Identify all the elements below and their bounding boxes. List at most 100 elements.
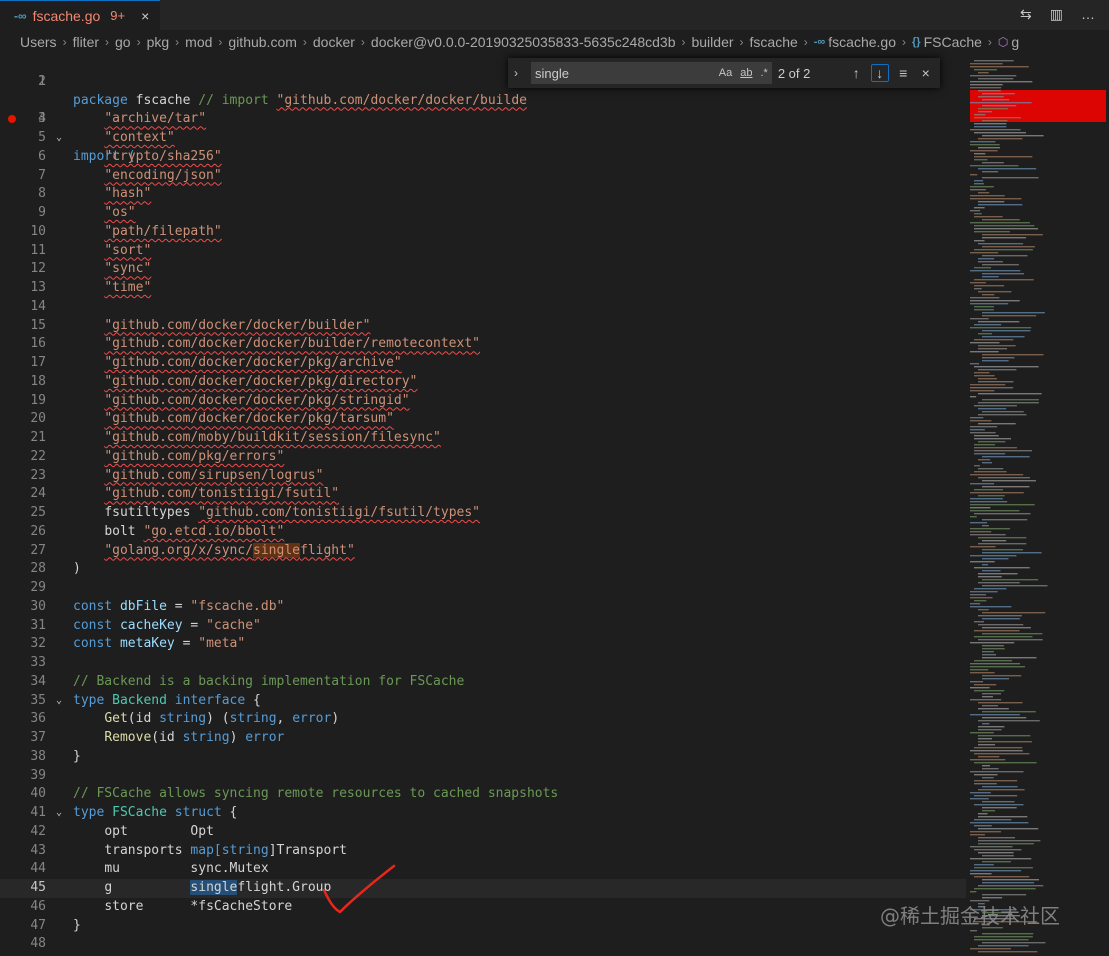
line-number: 44 <box>30 861 46 877</box>
breadcrumb-item[interactable]: fscache <box>750 34 798 50</box>
minimap-line <box>970 150 998 152</box>
minimap-line <box>978 258 995 260</box>
minimap-line <box>982 657 1037 659</box>
minimap-line <box>970 672 995 674</box>
minimap-line <box>970 87 1002 89</box>
line-number: 35 <box>30 692 46 708</box>
toggle-replace-chevron-icon[interactable]: › <box>514 66 525 80</box>
minimap-line <box>970 195 1005 197</box>
minimap-line <box>982 705 999 707</box>
fold-chevron-icon[interactable]: ⌄ <box>56 692 62 711</box>
code-line: 41 ⌄ type FSCache struct { <box>0 804 966 823</box>
breadcrumb-item[interactable]: fscache.go <box>828 34 896 50</box>
minimap-line <box>974 117 1021 119</box>
code-editor[interactable]: 1 package fscache // import "github.com/… <box>0 54 966 956</box>
import-path: "context" <box>104 130 175 145</box>
previous-match-icon[interactable]: ↑ <box>848 65 865 81</box>
minimap-line <box>978 639 1043 641</box>
split-editor-icon[interactable]: ▥ <box>1050 6 1063 23</box>
breadcrumb-item[interactable]: docker@v0.0.0-20190325035833-5635c248cd3… <box>371 34 676 50</box>
code-line: 32 const metaKey = "meta" <box>0 635 966 654</box>
const-name: metaKey <box>119 636 175 652</box>
code-line: 13 "time" <box>0 279 966 298</box>
line-number: 31 <box>30 617 46 633</box>
minimap-line <box>978 90 1001 92</box>
minimap[interactable] <box>966 54 1109 956</box>
minimap-line <box>982 810 996 812</box>
breadcrumb-item[interactable]: Users <box>20 34 57 50</box>
minimap-line <box>974 114 986 116</box>
minimap-line <box>982 585 1048 587</box>
minimap-line <box>978 477 1030 479</box>
field-icon: ⬡ <box>997 35 1009 49</box>
minimap-line <box>974 876 1030 878</box>
minimap-line <box>978 108 1009 110</box>
minimap-line <box>970 498 1003 500</box>
close-find-icon[interactable]: × <box>918 65 935 81</box>
minimap-line <box>982 711 1036 713</box>
minimap-line <box>978 333 992 335</box>
line-number: 46 <box>30 898 46 914</box>
minimap-line <box>978 495 1005 497</box>
minimap-line <box>974 159 988 161</box>
minimap-line <box>970 732 994 734</box>
match-count: 2 of 2 <box>777 65 811 81</box>
import-path: "github.com/sirupsen/logrus" <box>104 467 324 483</box>
minimap-line <box>978 840 1041 842</box>
minimap-line <box>978 789 1025 791</box>
code-line: 15 "github.com/docker/docker/builder" <box>0 317 966 336</box>
minimap-line <box>982 93 1015 95</box>
minimap-line <box>978 609 989 611</box>
code-line: 12 "sync" <box>0 260 966 279</box>
minimap-line <box>970 666 1025 668</box>
import-path: "github.com/docker/docker/builder/remote… <box>104 336 480 352</box>
minimap-line <box>970 396 977 398</box>
use-regex-icon[interactable]: .* <box>760 67 767 79</box>
breadcrumb-item[interactable]: builder <box>691 34 733 50</box>
minimap-line <box>970 591 998 593</box>
minimap-line <box>974 780 1018 782</box>
open-changes-icon[interactable]: ⇆ <box>1020 6 1032 23</box>
code-line: 22 "github.com/pkg/errors" <box>0 448 966 467</box>
find-input[interactable]: single Aa ab .* <box>531 62 772 84</box>
code-line: 36 Get(id string) (string, error) <box>0 710 966 729</box>
minimap-line <box>970 504 1035 506</box>
minimap-line <box>974 489 1004 491</box>
minimap-line <box>974 339 1014 341</box>
line-number: 20 <box>30 411 46 427</box>
next-match-icon[interactable]: ↓ <box>870 64 889 82</box>
more-actions-icon[interactable]: … <box>1081 6 1095 23</box>
close-tab-icon[interactable]: × <box>141 8 149 24</box>
line-number: 43 <box>30 842 46 858</box>
breadcrumb-item[interactable]: docker <box>313 34 355 50</box>
minimap-line <box>974 324 1002 326</box>
breadcrumb-item[interactable]: FSCache <box>924 34 982 50</box>
type-name: FSCache <box>112 805 167 820</box>
breadcrumb-item[interactable]: fliter <box>73 34 99 50</box>
breadcrumb-item[interactable]: g <box>1011 34 1019 50</box>
match-case-icon[interactable]: Aa <box>719 67 732 79</box>
fold-chevron-icon[interactable]: ⌄ <box>56 804 62 823</box>
breadcrumb-item[interactable]: mod <box>185 34 212 50</box>
minimap-line <box>974 819 1012 821</box>
line-number: 10 <box>30 223 46 239</box>
minimap-line <box>978 537 1027 539</box>
minimap-line <box>978 414 1027 416</box>
minimap-line <box>970 81 1033 83</box>
find-in-selection-icon[interactable]: ≡ <box>895 65 912 81</box>
minimap-line <box>982 315 1037 317</box>
breadcrumb-item[interactable]: pkg <box>147 34 170 50</box>
field-name: opt <box>104 823 128 839</box>
breadcrumb-item[interactable]: github.com <box>228 34 296 50</box>
editor-tab-fscache[interactable]: -∞ fscache.go 9+ × <box>0 0 160 30</box>
match-whole-word-icon[interactable]: ab <box>740 67 752 79</box>
code-line: 40 // FSCache allows syncing remote resou… <box>0 785 966 804</box>
breadcrumb-item[interactable]: go <box>115 34 131 50</box>
minimap-line <box>974 69 998 71</box>
minimap-line <box>970 84 1003 86</box>
minimap-line <box>982 171 999 173</box>
field-name: transports <box>104 842 183 858</box>
line-number: 15 <box>30 317 46 333</box>
minimap-line <box>970 531 992 533</box>
line-number: 41 <box>30 805 46 820</box>
